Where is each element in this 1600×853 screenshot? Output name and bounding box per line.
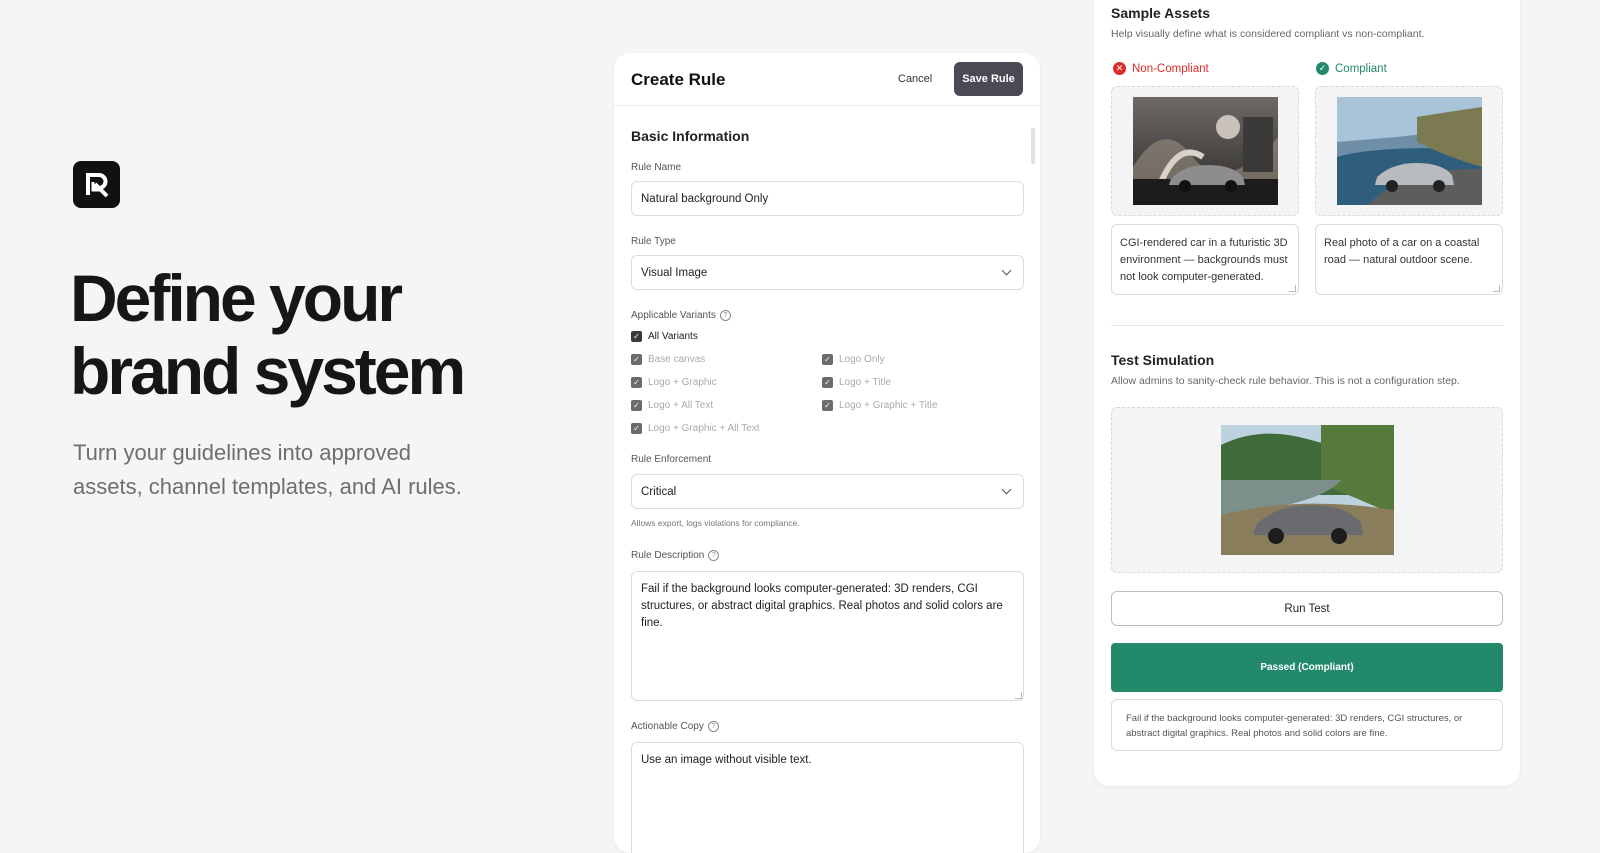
basic-information-heading: Basic Information xyxy=(631,128,750,144)
rule-description-textarea[interactable]: Fail if the background looks computer-ge… xyxy=(631,571,1024,701)
test-simulation-subtitle: Allow admins to sanity-check rule behavi… xyxy=(1111,375,1460,387)
help-icon[interactable]: ? xyxy=(707,721,719,732)
rule-description-label: Rule Description ? xyxy=(631,550,720,561)
checkmark-icon: ✓ xyxy=(631,377,642,388)
lake-car-image xyxy=(1220,425,1394,555)
rule-enforcement-select[interactable]: Critical xyxy=(631,474,1024,509)
cancel-button[interactable]: Cancel xyxy=(894,67,936,91)
non-compliant-label: ✕ Non-Compliant xyxy=(1113,62,1209,75)
checkbox-all-variants-label: All Variants xyxy=(648,331,698,342)
resize-handle-icon[interactable] xyxy=(1289,285,1296,292)
help-icon[interactable]: ? xyxy=(719,310,731,321)
checkmark-icon: ✓ xyxy=(822,377,833,388)
non-compliant-caption[interactable]: CGI-rendered car in a futuristic 3D envi… xyxy=(1111,224,1299,295)
hero-headline: Define your brand system xyxy=(70,261,466,408)
enforcement-hint: Allows export, logs violations for compl… xyxy=(631,518,800,528)
checkmark-icon: ✓ xyxy=(631,400,642,411)
check-circle-icon: ✓ xyxy=(1316,62,1329,75)
test-result-badge: Passed (Compliant) xyxy=(1111,643,1503,692)
hero-headline-line-1: Define your xyxy=(70,261,403,335)
rule-enforcement-label: Rule Enforcement xyxy=(631,454,711,465)
checkbox-variant-label: Logo + Graphic + Title xyxy=(839,400,938,411)
test-simulation-heading: Test Simulation xyxy=(1111,352,1215,368)
checkbox-variant-label: Logo Only xyxy=(839,354,885,365)
rule-enforcement-label-text: Rule Enforcement xyxy=(631,454,712,465)
hero-headline-line-2: brand system xyxy=(70,334,466,408)
rule-name-label: Rule Name xyxy=(631,162,681,173)
help-icon[interactable]: ? xyxy=(708,550,720,561)
hero-subheadline: Turn your guidelines into approved asset… xyxy=(73,436,493,504)
non-compliant-label-text: Non-Compliant xyxy=(1132,62,1209,75)
checkmark-icon: ✓ xyxy=(822,400,833,411)
brand-logo xyxy=(73,161,120,208)
rule-type-label-text: Rule Type xyxy=(631,236,676,247)
chevron-down-icon xyxy=(1001,265,1012,276)
create-rule-panel: Create Rule Cancel Save Rule Basic Infor… xyxy=(614,53,1040,853)
sample-assets-subtitle: Help visually define what is considered … xyxy=(1111,28,1425,40)
checkmark-icon: ✓ xyxy=(631,354,642,365)
rule-type-select[interactable]: Visual Image xyxy=(631,255,1024,290)
compliant-image-slot[interactable] xyxy=(1315,86,1503,216)
checkbox-variant-label: Logo + Title xyxy=(839,377,891,388)
rule-type-value: Visual Image xyxy=(641,266,708,279)
non-compliant-image-slot[interactable] xyxy=(1111,86,1299,216)
resize-handle-icon[interactable] xyxy=(1493,285,1500,292)
chevron-down-icon xyxy=(1001,484,1012,495)
hero-subheadline-line-2: assets, channel templates, and AI rules. xyxy=(73,474,462,499)
rule-name-input[interactable] xyxy=(631,181,1024,216)
logo-mark-icon xyxy=(85,172,108,197)
actionable-copy-textarea[interactable]: Use an image without visible text. xyxy=(631,742,1024,853)
applicable-variants-label: Applicable Variants ? xyxy=(631,310,731,321)
save-rule-button[interactable]: Save Rule xyxy=(954,62,1023,96)
rule-name-label-text: Rule Name xyxy=(631,162,682,173)
checkbox-variant-label: Logo + Graphic + All Text xyxy=(648,423,760,434)
checkbox-variant[interactable]: ✓ Logo + Title xyxy=(822,377,891,388)
create-rule-header: Create Rule Cancel Save Rule xyxy=(614,53,1040,106)
form-scrollbar[interactable] xyxy=(1031,128,1035,164)
rule-description-label-text: Rule Description xyxy=(631,550,705,561)
checkmark-icon: ✓ xyxy=(631,331,642,342)
rule-type-label: Rule Type xyxy=(631,236,676,247)
sample-assets-heading: Sample Assets xyxy=(1111,5,1211,21)
checkbox-all-variants[interactable]: ✓ All Variants xyxy=(631,331,698,342)
checkbox-variant-label: Logo + All Text xyxy=(648,400,714,411)
checkbox-variant-label: Base canvas xyxy=(648,354,706,365)
section-divider xyxy=(1111,325,1503,326)
compliant-label: ✓ Compliant xyxy=(1316,62,1387,75)
run-test-button[interactable]: Run Test xyxy=(1111,591,1503,626)
rule-preview-panel: Sample Assets Help visually define what … xyxy=(1094,0,1520,786)
checkbox-variant-label: Logo + Graphic xyxy=(648,377,717,388)
checkbox-variant[interactable]: ✓ Logo + Graphic + Title xyxy=(822,400,937,411)
actionable-copy-label-text: Actionable Copy xyxy=(631,721,704,732)
test-image-dropzone[interactable] xyxy=(1111,407,1503,573)
test-result-explanation: Fail if the background looks computer-ge… xyxy=(1111,699,1503,751)
hero-subheadline-line-1: Turn your guidelines into approved xyxy=(73,440,411,465)
actionable-copy-label: Actionable Copy ? xyxy=(631,721,719,732)
rule-enforcement-value: Critical xyxy=(641,485,677,498)
create-rule-title: Create Rule xyxy=(631,70,726,89)
checkbox-variant[interactable]: ✓ Logo + Graphic xyxy=(631,377,717,388)
coastal-car-image xyxy=(1336,97,1482,205)
compliant-caption[interactable]: Real photo of a car on a coastal road — … xyxy=(1315,224,1503,295)
resize-handle-icon[interactable] xyxy=(1015,692,1022,699)
checkbox-variant[interactable]: ✓ Base canvas xyxy=(631,354,705,365)
checkmark-icon: ✓ xyxy=(631,423,642,434)
compliant-label-text: Compliant xyxy=(1335,62,1387,75)
x-circle-icon: ✕ xyxy=(1113,62,1126,75)
checkbox-variant[interactable]: ✓ Logo Only xyxy=(822,354,885,365)
checkbox-variant[interactable]: ✓ Logo + Graphic + All Text xyxy=(631,423,760,434)
checkbox-variant[interactable]: ✓ Logo + All Text xyxy=(631,400,713,411)
checkmark-icon: ✓ xyxy=(822,354,833,365)
cgi-car-image xyxy=(1132,97,1278,205)
applicable-variants-label-text: Applicable Variants xyxy=(631,310,716,321)
